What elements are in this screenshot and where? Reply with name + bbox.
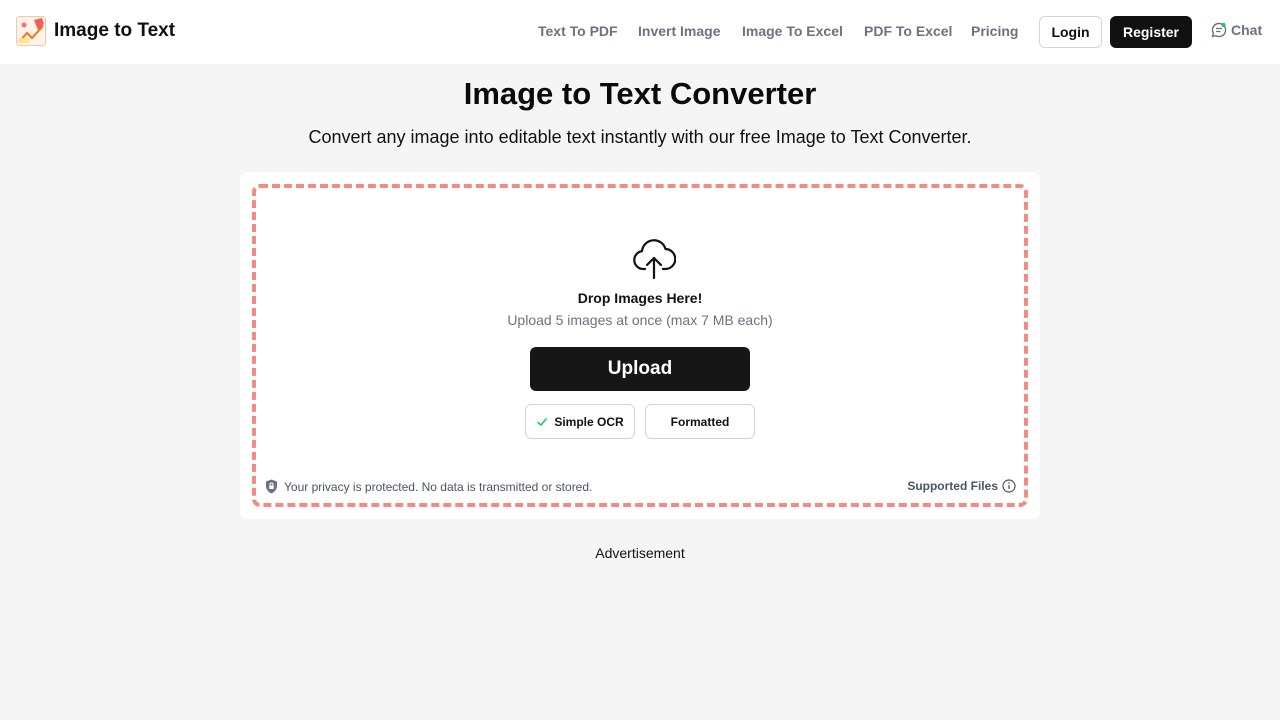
nav-pdf-to-excel[interactable]: PDF To Excel xyxy=(864,23,952,39)
drop-subtitle: Upload 5 images at once (max 7 MB each) xyxy=(507,312,773,328)
chat-icon xyxy=(1211,22,1227,38)
info-icon xyxy=(1002,479,1016,493)
privacy-text: Your privacy is protected. No data is tr… xyxy=(284,479,593,494)
cloud-upload-icon xyxy=(633,239,676,280)
supported-files-label: Supported Files xyxy=(907,479,998,493)
nav-text-to-pdf[interactable]: Text To PDF xyxy=(538,23,618,39)
nav-invert-image[interactable]: Invert Image xyxy=(638,23,720,39)
supported-files-link[interactable]: Supported Files xyxy=(907,479,1016,493)
nav-image-to-excel[interactable]: Image To Excel xyxy=(742,23,843,39)
formatted-option[interactable]: Formatted xyxy=(645,404,755,439)
simple-ocr-option[interactable]: Simple OCR xyxy=(525,404,635,439)
privacy-note: Your privacy is protected. No data is tr… xyxy=(265,479,592,494)
page-title: Image to Text Converter xyxy=(463,76,817,111)
upload-card: Drop Images Here! Upload 5 images at onc… xyxy=(240,172,1040,519)
chat-label: Chat xyxy=(1231,22,1263,38)
chat-link[interactable]: Chat xyxy=(1211,22,1262,38)
image-dropzone[interactable]: Drop Images Here! Upload 5 images at onc… xyxy=(252,184,1028,507)
logo-text: Image to Text xyxy=(54,20,176,41)
page-subtitle: Convert any image into editable text ins… xyxy=(308,127,972,147)
simple-ocr-label: Simple OCR xyxy=(554,414,624,429)
register-button[interactable]: Register xyxy=(1110,16,1192,48)
logo-icon xyxy=(16,16,46,46)
login-button[interactable]: Login xyxy=(1039,16,1102,48)
shield-lock-icon xyxy=(266,479,277,494)
upload-button[interactable]: Upload xyxy=(530,347,750,391)
check-icon xyxy=(537,417,548,426)
top-header: Image to Text Text To PDF Invert Image I… xyxy=(0,0,1280,64)
logo[interactable]: Image to Text xyxy=(16,16,175,46)
drop-title: Drop Images Here! xyxy=(577,290,703,306)
advertisement-label: Advertisement xyxy=(595,545,685,561)
formatted-label: Formatted xyxy=(670,414,730,429)
nav-pricing[interactable]: Pricing xyxy=(971,23,1018,39)
